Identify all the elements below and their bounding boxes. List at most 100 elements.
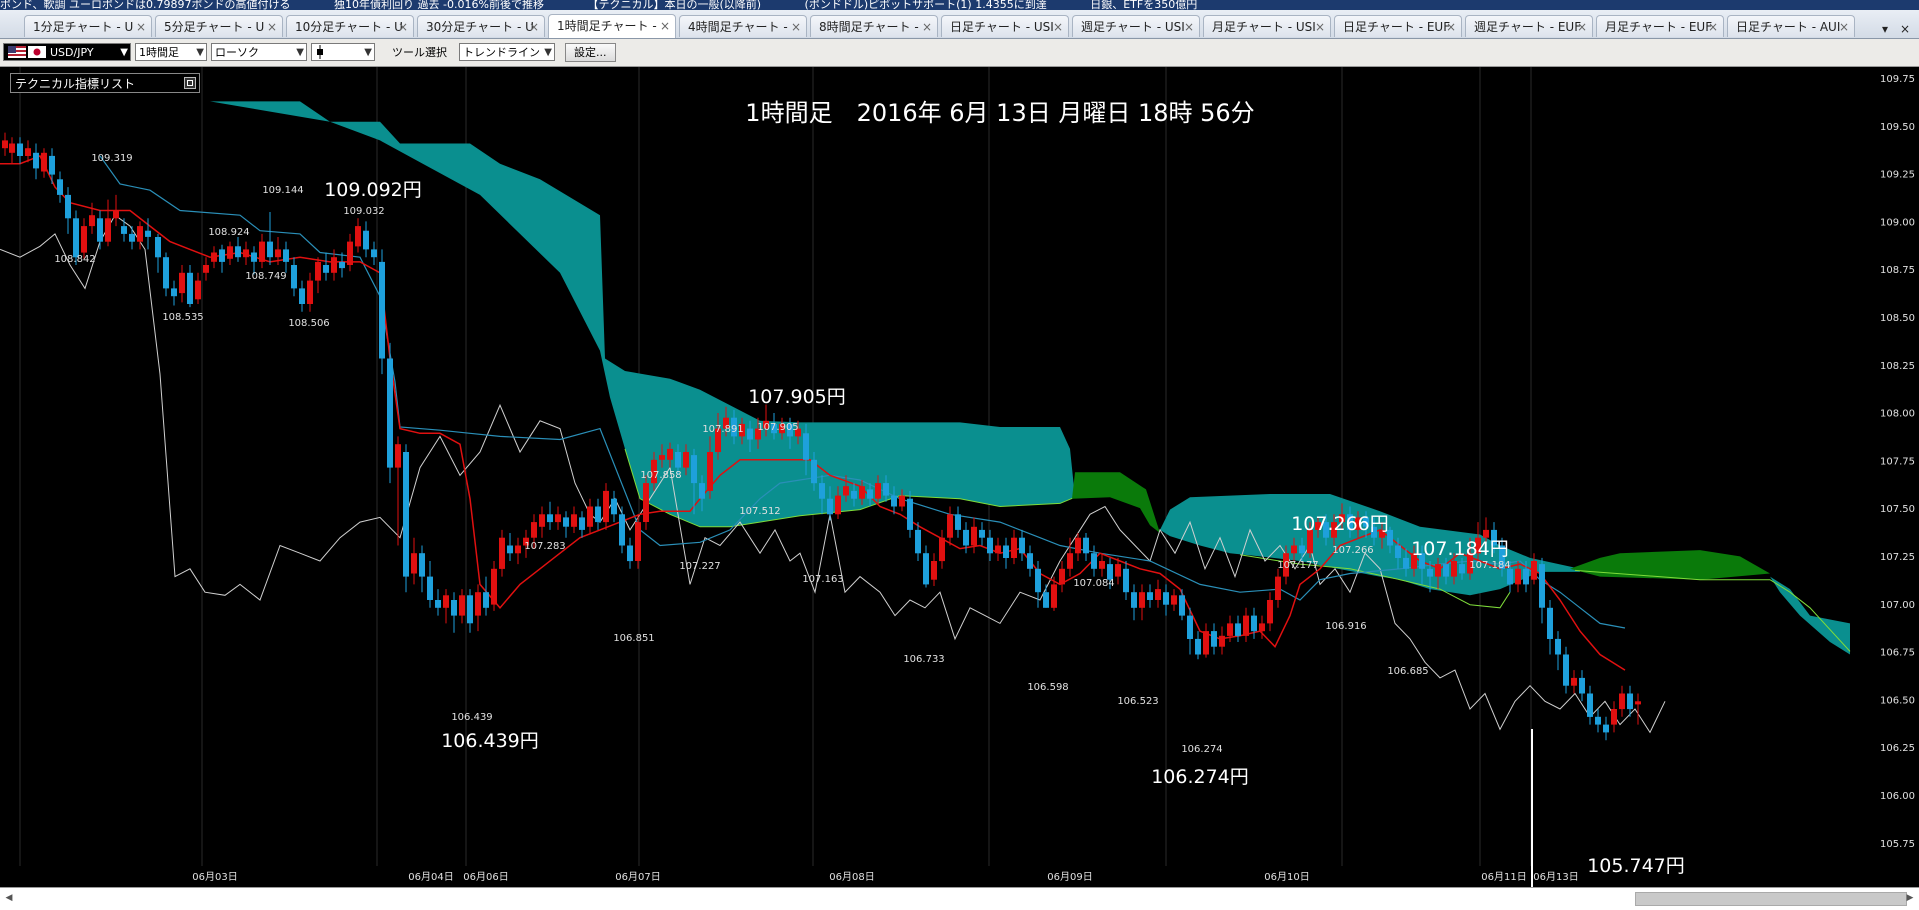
- price-label: 109.319: [91, 153, 132, 164]
- close-icon[interactable]: ×: [922, 16, 932, 37]
- candle-body: [259, 241, 265, 262]
- ticker-item[interactable]: 【テクニカル】本日の一般(以降前): [587, 0, 761, 10]
- tab-30min-chart[interactable]: 30分足チャート - U ×: [417, 15, 545, 37]
- price-label: 106.916: [1325, 621, 1366, 632]
- scroll-left-icon[interactable]: ◀: [2, 891, 16, 905]
- candle-body: [1099, 561, 1105, 569]
- price-label: 107.163: [802, 574, 843, 585]
- chevron-down-icon: ▼: [364, 47, 372, 58]
- close-icon[interactable]: ×: [529, 16, 539, 37]
- tab-5min-chart[interactable]: 5分足チャート - U ×: [155, 15, 283, 37]
- candlestick-chart[interactable]: 109.75 109.50 109.25 109.00 108.75 108.50 108.…: [0, 67, 1919, 887]
- tab-label: 1時間足チャート -: [557, 19, 657, 33]
- close-icon[interactable]: ×: [1839, 16, 1849, 37]
- tab-8hour-chart[interactable]: 8時間足チャート - ×: [810, 15, 938, 37]
- close-icon[interactable]: ×: [1446, 16, 1456, 37]
- tab-label: 5分足チャート - U: [164, 20, 265, 34]
- candle-body: [539, 514, 545, 527]
- candle-body: [827, 498, 833, 515]
- candle-body: [587, 506, 593, 527]
- candle-body: [1131, 592, 1137, 608]
- ticker-item[interactable]: 独10年債利回り 過去 -0.016%前後で推移: [334, 0, 544, 10]
- horizontal-scrollbar[interactable]: ◀ ▶: [0, 887, 1919, 910]
- scrollbar-thumb[interactable]: [1635, 892, 1907, 906]
- timeframe-select[interactable]: 1時間足 ▼: [135, 43, 207, 61]
- candle-style-select[interactable]: ▼: [311, 43, 375, 61]
- candle-body: [1587, 693, 1593, 717]
- candle-body: [1275, 576, 1281, 600]
- candle-body: [1451, 561, 1457, 577]
- tab-10min-chart[interactable]: 10分足チャート - U ×: [286, 15, 414, 37]
- close-icon[interactable]: ×: [791, 16, 801, 37]
- candle-body: [1427, 568, 1433, 577]
- date-axis-label: 06月13日: [1533, 871, 1578, 883]
- candle-body: [843, 486, 849, 496]
- ticker-item[interactable]: (ポンドドル)ピボットサポート(1) 1.4355に到達: [805, 0, 1047, 10]
- close-icon[interactable]: ×: [1577, 16, 1587, 37]
- tool-select[interactable]: トレンドライン ▼: [459, 43, 555, 61]
- tab-monthly-usd[interactable]: 月足チャート - USI ×: [1203, 15, 1331, 37]
- candle-body: [1531, 561, 1537, 580]
- candle-body: [1035, 568, 1041, 593]
- chart-type-select[interactable]: ローソク ▼: [211, 43, 307, 61]
- scroll-right-icon[interactable]: ▶: [1903, 891, 1917, 905]
- chevron-down-icon: ▼: [296, 47, 304, 58]
- candle-body: [963, 529, 969, 546]
- tab-monthly-eur[interactable]: 月足チャート - EUF ×: [1596, 15, 1724, 37]
- price-label: 107.858: [640, 470, 681, 481]
- technical-indicator-panel[interactable]: テクニカル指標リスト: [10, 73, 200, 93]
- candle-body: [627, 545, 633, 562]
- tab-weekly-eur[interactable]: 週足チャート - EUF ×: [1465, 15, 1593, 37]
- candle-body: [1083, 537, 1089, 554]
- candle-body: [73, 218, 79, 258]
- ichimoku-span-b: [1574, 569, 1851, 652]
- candle-body: [491, 568, 497, 605]
- candle-body: [1211, 631, 1217, 647]
- candle-body: [363, 230, 369, 250]
- tab-1hour-chart[interactable]: 1時間足チャート - ×: [548, 14, 676, 38]
- candle-body: [41, 152, 47, 172]
- close-icon[interactable]: ×: [1708, 16, 1718, 37]
- close-icon[interactable]: ×: [660, 15, 670, 37]
- date-axis-label: 06月09日: [1047, 871, 1092, 883]
- candle-body: [875, 483, 881, 499]
- tab-daily-eur[interactable]: 日足チャート - EUF ×: [1334, 15, 1462, 37]
- close-icon[interactable]: ×: [1315, 16, 1325, 37]
- close-icon[interactable]: ×: [1184, 16, 1194, 37]
- close-icon[interactable]: ×: [267, 16, 277, 37]
- symbol-select[interactable]: USD/JPY ▼: [3, 43, 131, 61]
- tab-label: 1分足チャート - U: [33, 20, 134, 34]
- ichimoku-cloud-bull: [210, 101, 1075, 527]
- close-icon[interactable]: ×: [398, 16, 408, 37]
- candle-body: [995, 545, 1001, 554]
- ticker-item[interactable]: 日銀、ETFを350億円: [1090, 0, 1197, 10]
- settings-button[interactable]: 設定...: [565, 43, 616, 62]
- close-all-icon[interactable]: ×: [1900, 22, 1910, 36]
- tab-weekly-usd[interactable]: 週足チャート - USI ×: [1072, 15, 1200, 37]
- tab-menu-icon[interactable]: ▾: [1882, 22, 1888, 36]
- close-icon[interactable]: ×: [136, 16, 146, 37]
- date-axis-label: 06月07日: [615, 871, 660, 883]
- ticker-item[interactable]: ポンド、軟調 ユーロポンドは0.79897ポンドの高値付ける: [0, 0, 291, 10]
- tab-4hour-chart[interactable]: 4時間足チャート - ×: [679, 15, 807, 37]
- price-label: 107.891: [702, 424, 743, 435]
- price-label: 109.144: [262, 185, 303, 196]
- tab-daily-aud[interactable]: 日足チャート - AUI ×: [1727, 15, 1855, 37]
- candle-body: [859, 486, 865, 499]
- candle-body: [97, 218, 103, 242]
- candle-body: [691, 455, 697, 484]
- candle-body: [675, 452, 681, 468]
- tab-1min-chart[interactable]: 1分足チャート - U ×: [24, 15, 152, 37]
- candle-body: [1299, 545, 1305, 554]
- candle-body: [243, 249, 249, 258]
- candle-body: [57, 179, 63, 195]
- news-ticker[interactable]: ポンド、軟調 ユーロポンドは0.79897ポンドの高値付ける 独10年債利回り …: [0, 0, 1919, 10]
- price-axis-label: 109.50: [1880, 122, 1915, 133]
- panel-toggle-icon[interactable]: [184, 77, 196, 89]
- price-label: 107.084: [1073, 578, 1114, 589]
- close-icon[interactable]: ×: [1053, 16, 1063, 37]
- candle-body: [611, 498, 617, 515]
- candle-body: [443, 595, 449, 608]
- tab-daily-usd[interactable]: 日足チャート - USI ×: [941, 15, 1069, 37]
- candle-body: [707, 452, 713, 491]
